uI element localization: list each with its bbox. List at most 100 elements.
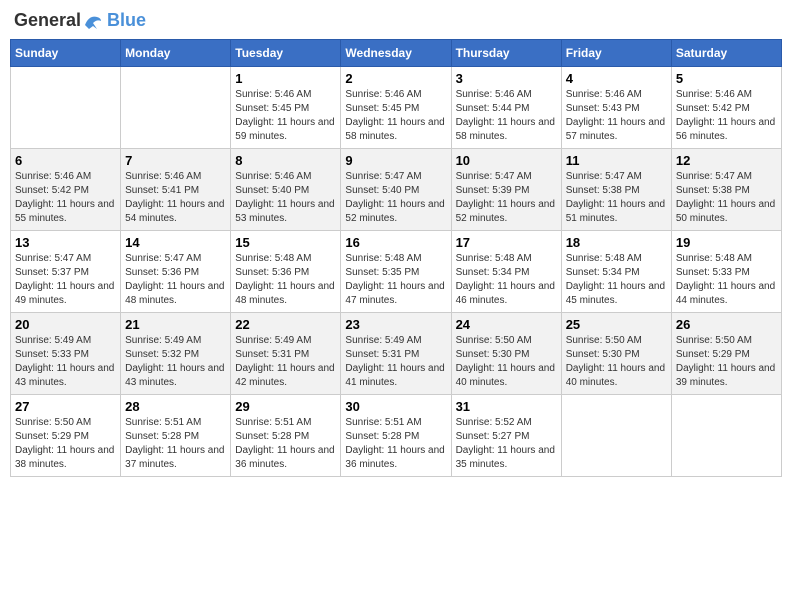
day-info: Sunrise: 5:51 AM Sunset: 5:28 PM Dayligh… (125, 416, 226, 472)
day-info: Sunrise: 5:51 AM Sunset: 5:28 PM Dayligh… (345, 416, 446, 472)
day-info: Sunrise: 5:47 AM Sunset: 5:39 PM Dayligh… (456, 170, 557, 226)
day-cell: 6 Sunrise: 5:46 AM Sunset: 5:42 PM Daylig… (11, 148, 121, 230)
day-number: 11 (566, 153, 667, 168)
header-cell-wednesday: Wednesday (341, 39, 451, 66)
day-info: Sunrise: 5:49 AM Sunset: 5:31 PM Dayligh… (235, 334, 336, 390)
day-info: Sunrise: 5:48 AM Sunset: 5:35 PM Dayligh… (345, 252, 446, 308)
day-info: Sunrise: 5:50 AM Sunset: 5:29 PM Dayligh… (676, 334, 777, 390)
day-number: 30 (345, 399, 446, 414)
day-number: 10 (456, 153, 557, 168)
day-cell: 22Sunrise: 5:49 AM Sunset: 5:31 PM Dayli… (231, 312, 341, 394)
day-info: Sunrise: 5:47 AM Sunset: 5:38 PM Dayligh… (566, 170, 667, 226)
day-info: Sunrise: 5:47 AM Sunset: 5:40 PM Dayligh… (345, 170, 446, 226)
header-cell-sunday: Sunday (11, 39, 121, 66)
week-row-3: 13Sunrise: 5:47 AM Sunset: 5:37 PM Dayli… (11, 230, 782, 312)
day-number: 1 (235, 71, 336, 86)
day-cell: 18 Sunrise: 5:48 AM Sunset: 5:34 PM Dayli… (561, 230, 671, 312)
day-number: 21 (125, 317, 226, 332)
day-number: 8 (235, 153, 336, 168)
day-info: Sunrise: 5:50 AM Sunset: 5:30 PM Dayligh… (566, 334, 667, 390)
day-info: Sunrise: 5:49 AM Sunset: 5:33 PM Dayligh… (15, 334, 116, 390)
header-cell-thursday: Thursday (451, 39, 561, 66)
day-info: Sunrise: 5:49 AM Sunset: 5:31 PM Dayligh… (345, 334, 446, 390)
day-number: 12 (676, 153, 777, 168)
day-number: 29 (235, 399, 336, 414)
header-cell-monday: Monday (121, 39, 231, 66)
header-cell-saturday: Saturday (671, 39, 781, 66)
day-cell (671, 394, 781, 476)
header-row: SundayMondayTuesdayWednesdayThursdayFrid… (11, 39, 782, 66)
day-cell: 13Sunrise: 5:47 AM Sunset: 5:37 PM Dayli… (11, 230, 121, 312)
day-number: 31 (456, 399, 557, 414)
logo-blue: Blue (107, 10, 146, 30)
day-cell: 10 Sunrise: 5:47 AM Sunset: 5:39 PM Dayli… (451, 148, 561, 230)
day-number: 3 (456, 71, 557, 86)
week-row-4: 20 Sunrise: 5:49 AM Sunset: 5:33 PM Dayli… (11, 312, 782, 394)
day-number: 9 (345, 153, 446, 168)
calendar-table: SundayMondayTuesdayWednesdayThursdayFrid… (10, 39, 782, 477)
day-number: 27 (15, 399, 116, 414)
day-info: Sunrise: 5:48 AM Sunset: 5:33 PM Dayligh… (676, 252, 777, 308)
day-info: Sunrise: 5:48 AM Sunset: 5:34 PM Dayligh… (456, 252, 557, 308)
day-number: 14 (125, 235, 226, 250)
day-cell: 7 Sunrise: 5:46 AM Sunset: 5:41 PM Daylig… (121, 148, 231, 230)
day-number: 16 (345, 235, 446, 250)
header-cell-tuesday: Tuesday (231, 39, 341, 66)
day-info: Sunrise: 5:46 AM Sunset: 5:42 PM Dayligh… (676, 88, 777, 144)
day-info: Sunrise: 5:49 AM Sunset: 5:32 PM Dayligh… (125, 334, 226, 390)
day-cell: 26Sunrise: 5:50 AM Sunset: 5:29 PM Dayli… (671, 312, 781, 394)
day-number: 2 (345, 71, 446, 86)
day-cell: 31 Sunrise: 5:52 AM Sunset: 5:27 PM Dayli… (451, 394, 561, 476)
week-row-1: 1 Sunrise: 5:46 AM Sunset: 5:45 PM Daylig… (11, 66, 782, 148)
day-number: 20 (15, 317, 116, 332)
day-cell: 4Sunrise: 5:46 AM Sunset: 5:43 PM Daylig… (561, 66, 671, 148)
week-row-5: 27 Sunrise: 5:50 AM Sunset: 5:29 PM Dayli… (11, 394, 782, 476)
day-info: Sunrise: 5:52 AM Sunset: 5:27 PM Dayligh… (456, 416, 557, 472)
day-info: Sunrise: 5:46 AM Sunset: 5:45 PM Dayligh… (235, 88, 336, 144)
day-number: 18 (566, 235, 667, 250)
day-cell: 19Sunrise: 5:48 AM Sunset: 5:33 PM Dayli… (671, 230, 781, 312)
day-cell: 2Sunrise: 5:46 AM Sunset: 5:45 PM Daylig… (341, 66, 451, 148)
day-info: Sunrise: 5:46 AM Sunset: 5:42 PM Dayligh… (15, 170, 116, 226)
day-cell: 29 Sunrise: 5:51 AM Sunset: 5:28 PM Dayli… (231, 394, 341, 476)
day-number: 25 (566, 317, 667, 332)
day-info: Sunrise: 5:47 AM Sunset: 5:36 PM Dayligh… (125, 252, 226, 308)
week-row-2: 6 Sunrise: 5:46 AM Sunset: 5:42 PM Daylig… (11, 148, 782, 230)
day-info: Sunrise: 5:47 AM Sunset: 5:38 PM Dayligh… (676, 170, 777, 226)
day-number: 4 (566, 71, 667, 86)
header-cell-friday: Friday (561, 39, 671, 66)
day-info: Sunrise: 5:46 AM Sunset: 5:40 PM Dayligh… (235, 170, 336, 226)
day-cell: 1 Sunrise: 5:46 AM Sunset: 5:45 PM Daylig… (231, 66, 341, 148)
day-cell: 17 Sunrise: 5:48 AM Sunset: 5:34 PM Dayli… (451, 230, 561, 312)
day-cell: 15 Sunrise: 5:48 AM Sunset: 5:36 PM Dayli… (231, 230, 341, 312)
day-cell: 27 Sunrise: 5:50 AM Sunset: 5:29 PM Dayli… (11, 394, 121, 476)
day-info: Sunrise: 5:48 AM Sunset: 5:36 PM Dayligh… (235, 252, 336, 308)
day-info: Sunrise: 5:47 AM Sunset: 5:37 PM Dayligh… (15, 252, 116, 308)
day-info: Sunrise: 5:46 AM Sunset: 5:44 PM Dayligh… (456, 88, 557, 144)
day-info: Sunrise: 5:48 AM Sunset: 5:34 PM Dayligh… (566, 252, 667, 308)
day-info: Sunrise: 5:51 AM Sunset: 5:28 PM Dayligh… (235, 416, 336, 472)
day-cell: 21 Sunrise: 5:49 AM Sunset: 5:32 PM Dayli… (121, 312, 231, 394)
day-cell: 8 Sunrise: 5:46 AM Sunset: 5:40 PM Daylig… (231, 148, 341, 230)
day-info: Sunrise: 5:50 AM Sunset: 5:29 PM Dayligh… (15, 416, 116, 472)
day-cell (121, 66, 231, 148)
day-cell (11, 66, 121, 148)
logo: GeneralBlue (14, 10, 146, 31)
day-number: 15 (235, 235, 336, 250)
day-info: Sunrise: 5:50 AM Sunset: 5:30 PM Dayligh… (456, 334, 557, 390)
day-cell: 12 Sunrise: 5:47 AM Sunset: 5:38 PM Dayli… (671, 148, 781, 230)
logo-bird-icon (83, 9, 103, 31)
day-number: 6 (15, 153, 116, 168)
day-cell: 3 Sunrise: 5:46 AM Sunset: 5:44 PM Daylig… (451, 66, 561, 148)
day-cell: 16 Sunrise: 5:48 AM Sunset: 5:35 PM Dayli… (341, 230, 451, 312)
day-info: Sunrise: 5:46 AM Sunset: 5:41 PM Dayligh… (125, 170, 226, 226)
day-cell: 23 Sunrise: 5:49 AM Sunset: 5:31 PM Dayli… (341, 312, 451, 394)
day-cell: 20 Sunrise: 5:49 AM Sunset: 5:33 PM Dayli… (11, 312, 121, 394)
day-cell: 28Sunrise: 5:51 AM Sunset: 5:28 PM Dayli… (121, 394, 231, 476)
day-number: 7 (125, 153, 226, 168)
header: GeneralBlue (10, 10, 782, 31)
day-cell: 9 Sunrise: 5:47 AM Sunset: 5:40 PM Daylig… (341, 148, 451, 230)
day-number: 17 (456, 235, 557, 250)
day-cell: 24Sunrise: 5:50 AM Sunset: 5:30 PM Dayli… (451, 312, 561, 394)
day-number: 23 (345, 317, 446, 332)
